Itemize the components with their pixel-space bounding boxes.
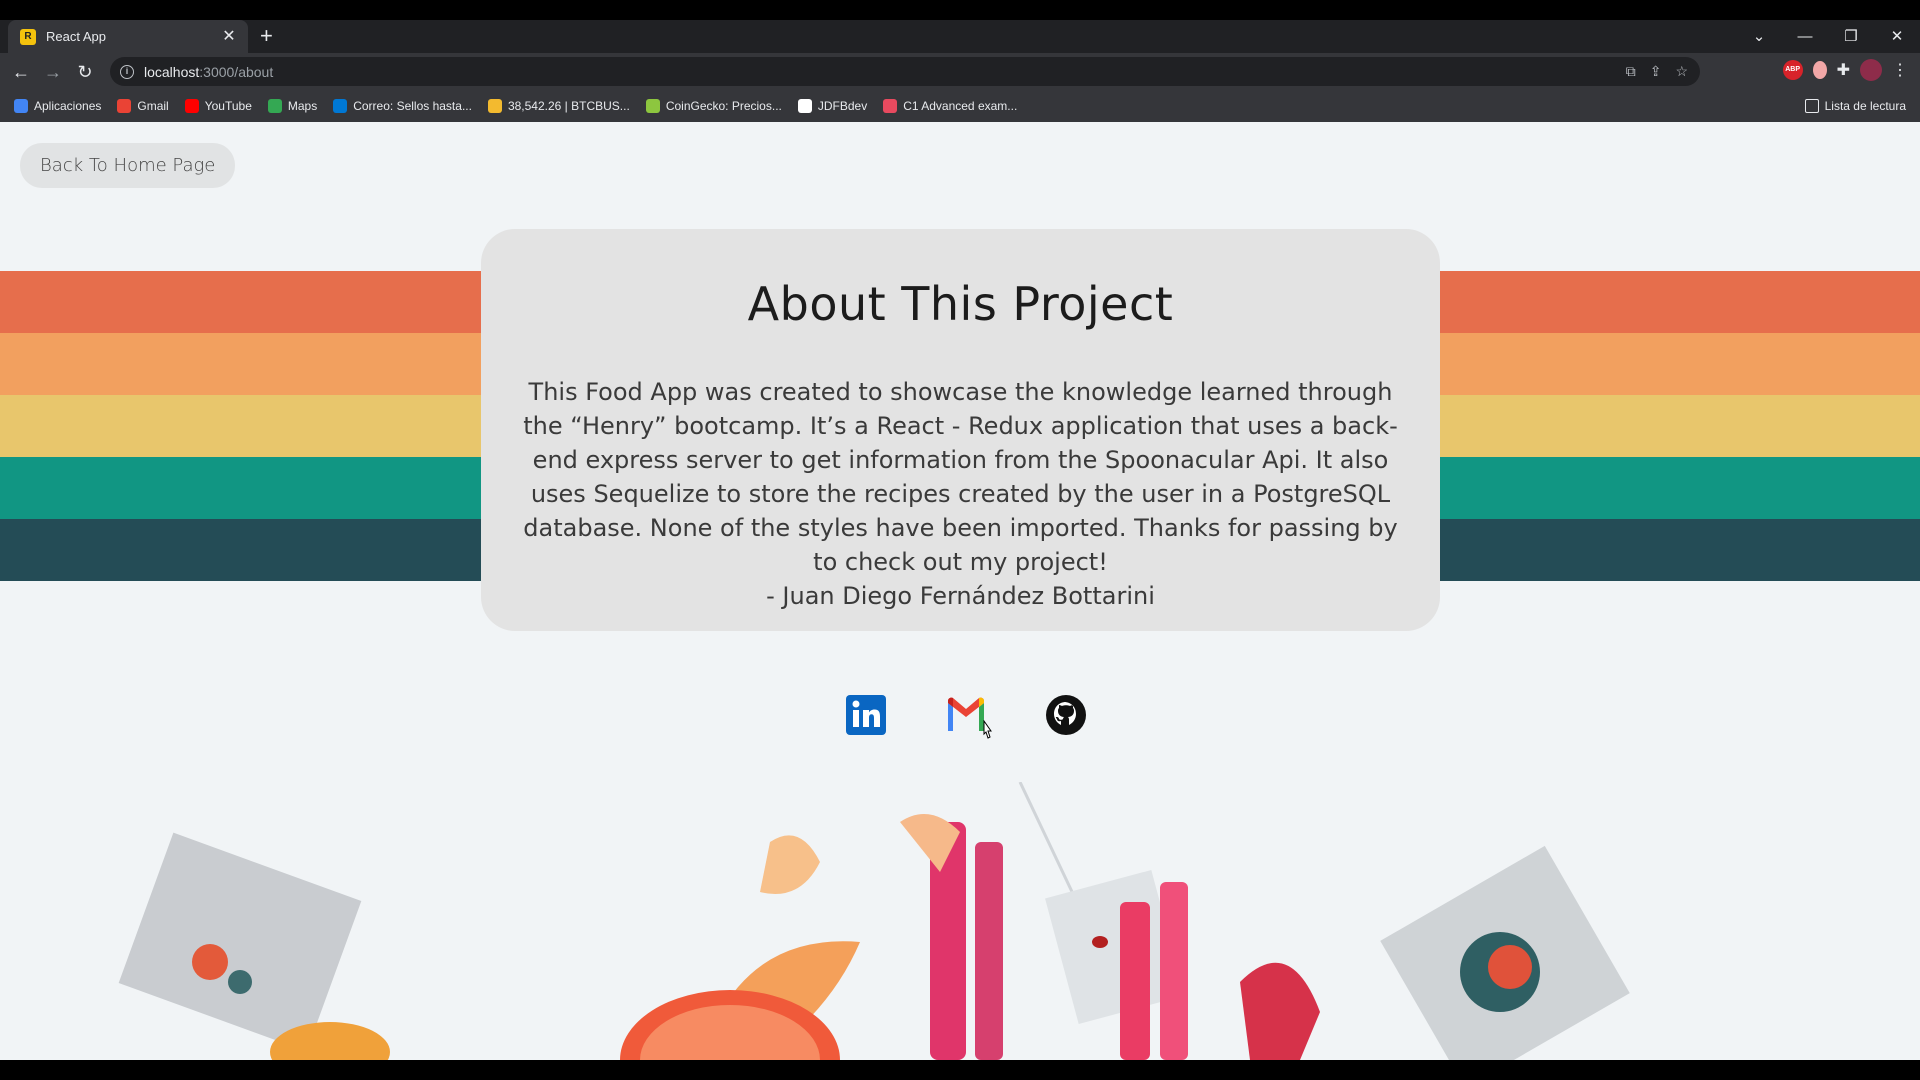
back-to-home-button[interactable]: Back To Home Page (20, 143, 236, 188)
bookmark-item[interactable]: Maps (267, 99, 318, 113)
bookmark-favicon-icon (487, 99, 502, 113)
extensions-area: ABP ✚ ⋮ (1782, 59, 1908, 81)
github-icon[interactable] (1044, 693, 1088, 737)
browser-menu-icon[interactable]: ⋮ (1892, 60, 1908, 80)
minimize-icon[interactable]: — (1782, 20, 1828, 53)
about-description: This Food App was created to showcase th… (523, 378, 1398, 576)
bookmark-favicon-icon (797, 99, 812, 113)
browser-toolbar: ← → ↻ i localhost:3000/about ⧉ ⇪ ☆ ABP ✚… (0, 53, 1920, 90)
bookmark-label: Correo: Sellos hasta... (353, 99, 472, 113)
url-host: localhost (144, 63, 200, 80)
bookmark-item[interactable]: Gmail (117, 99, 169, 113)
bookmark-star-icon[interactable]: ☆ (1675, 63, 1688, 80)
page-title: About This Project (747, 277, 1174, 331)
bookmark-label: YouTube (204, 99, 252, 113)
about-page: Back To Home Page About This Project Thi… (0, 122, 1920, 1060)
window-controls: ⌄ — ❐ ✕ (1736, 20, 1920, 53)
bookmark-label: CoinGecko: Precios... (665, 99, 782, 113)
adblock-plus-icon[interactable]: ABP (1782, 60, 1803, 80)
bookmarks-bar: Aplicaciones Gmail YouTube Maps Correo: Sell… (0, 90, 1920, 122)
screen-bottom-border (0, 1060, 1920, 1080)
forward-arrow-icon[interactable]: → (40, 59, 66, 85)
bookmark-favicon-icon (645, 99, 660, 113)
reading-list-icon (1804, 99, 1819, 113)
screen-top-border (0, 0, 1920, 20)
reading-list-label: Lista de lectura (1824, 99, 1906, 113)
extension-drop-icon[interactable] (1812, 61, 1827, 79)
bookmark-item[interactable]: CoinGecko: Precios... (645, 99, 782, 113)
restore-icon[interactable]: ❐ (1828, 20, 1874, 53)
site-info-icon[interactable]: i (120, 64, 134, 79)
tab-search-icon[interactable]: ⌄ (1736, 20, 1782, 53)
tab-react-app[interactable]: R React App ✕ (8, 20, 248, 53)
new-tab-button[interactable]: + (260, 24, 273, 48)
address-bar[interactable]: i localhost:3000/about ⧉ ⇪ ☆ (110, 57, 1700, 86)
tab-close-icon[interactable]: ✕ (220, 28, 238, 45)
window-close-icon[interactable]: ✕ (1874, 20, 1920, 53)
extensions-puzzle-icon[interactable]: ✚ (1837, 60, 1850, 80)
bookmark-label: Maps (287, 99, 318, 113)
bookmark-item[interactable]: Correo: Sellos hasta... (333, 99, 472, 113)
food-decoration-image (118, 782, 1630, 1060)
share-icon[interactable]: ⇪ (1650, 63, 1662, 80)
tab-strip: R React App ✕ + (0, 20, 1920, 53)
bookmark-item[interactable]: C1 Advanced exam... (883, 99, 1017, 113)
bookmark-label: Gmail (137, 99, 169, 113)
profile-avatar[interactable] (1860, 59, 1882, 81)
back-arrow-icon[interactable]: ← (8, 59, 34, 85)
bookmark-item[interactable]: Aplicaciones (14, 99, 101, 113)
bookmark-favicon-icon (184, 99, 199, 113)
url-text: localhost:3000/about (144, 64, 273, 80)
social-links (0, 693, 1920, 737)
react-favicon-icon: R (20, 28, 36, 45)
linkedin-icon[interactable] (844, 693, 888, 737)
bookmark-label: C1 Advanced exam... (903, 99, 1018, 113)
url-path: :3000/about (199, 63, 274, 80)
bookmark-item[interactable]: YouTube (184, 99, 252, 113)
author-signature: - Juan Diego Fernández Bottarini (766, 582, 1155, 610)
bookmark-favicon-icon (14, 99, 28, 113)
bookmark-label: Aplicaciones (34, 99, 102, 113)
bookmark-label: 38,542.26 | BTCBUS... (507, 99, 630, 113)
translate-icon[interactable]: ⧉ (1626, 63, 1636, 80)
bookmark-item[interactable]: JDFBdev (797, 99, 868, 113)
reload-icon[interactable]: ↻ (72, 59, 98, 85)
mouse-cursor-icon (983, 720, 992, 739)
bookmark-label: JDFBdev (817, 99, 868, 113)
tab-title: React App (46, 29, 106, 44)
bookmark-favicon-icon (267, 99, 282, 113)
about-card: About This Project This Food App was cre… (481, 229, 1440, 631)
reading-list-button[interactable]: Lista de lectura (1804, 90, 1906, 122)
bookmark-favicon-icon (333, 99, 348, 113)
bookmark-favicon-icon (117, 99, 132, 113)
bookmark-favicon-icon (883, 99, 898, 113)
bookmark-item[interactable]: 38,542.26 | BTCBUS... (487, 99, 630, 113)
